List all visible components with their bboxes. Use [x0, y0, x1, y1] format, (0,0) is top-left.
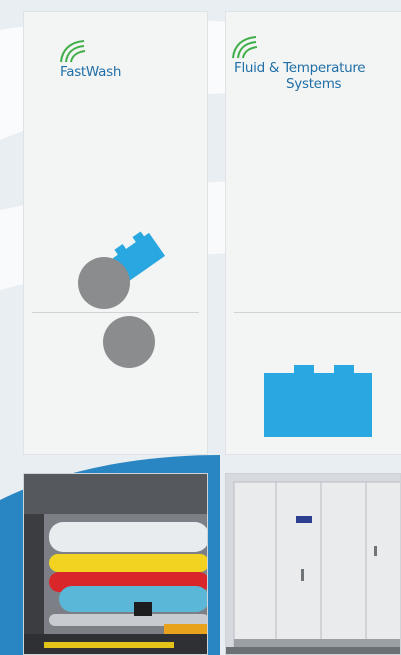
tank-diagram — [264, 365, 372, 437]
fluid-temperature-photo — [225, 473, 401, 655]
fluid-temperature-panel: Fluid & Temperature Systems — [225, 11, 401, 455]
fastwash-photo — [23, 473, 208, 655]
fastwash-panel: FastWash — [23, 11, 208, 455]
printing-press-image — [24, 474, 207, 654]
industrial-cabinet-image — [226, 474, 400, 654]
roller-diagram — [78, 231, 166, 368]
